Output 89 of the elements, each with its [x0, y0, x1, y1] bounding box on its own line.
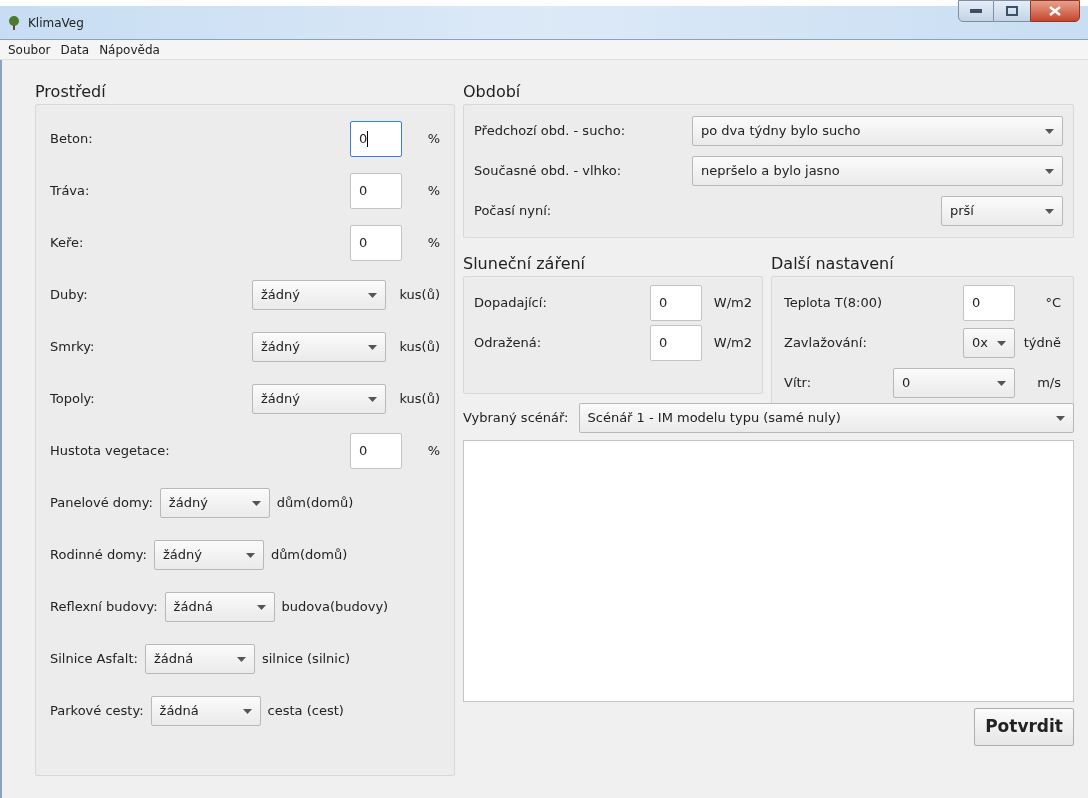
input-field[interactable]: 0: [350, 173, 402, 209]
dropdown-arrow-icon: [1045, 128, 1054, 134]
dropdown-arrow-icon: [256, 604, 266, 610]
field-label: Předchozí obd. - sucho:: [474, 122, 627, 141]
field-label: Beton:: [50, 130, 94, 149]
unit-label: kus(ů): [398, 338, 440, 357]
unit-label: %: [426, 130, 440, 149]
dropdown[interactable]: žádná: [150, 696, 261, 726]
close-button[interactable]: [1030, 0, 1080, 22]
maximize-button[interactable]: [994, 0, 1030, 22]
unit-label: kus(ů): [398, 390, 440, 409]
field-label: Vítr:: [784, 374, 813, 393]
section-title: Sluneční záření: [463, 253, 587, 275]
input-field[interactable]: 0: [650, 285, 702, 321]
dropdown-arrow-icon: [368, 344, 377, 350]
tree-icon: [8, 15, 20, 30]
section-title: Prostředí: [35, 81, 107, 103]
field-label: Keře:: [50, 234, 85, 253]
field-label: Reflexní budovy:: [50, 598, 158, 617]
dropdown-arrow-icon: [368, 292, 377, 298]
field-label: Teplota T(8:00): [784, 294, 884, 313]
dropdown-arrow-icon: [236, 656, 246, 662]
dropdown-arrow-icon: [245, 552, 255, 558]
field-label: Současné obd. - vlhko:: [474, 162, 623, 181]
unit-label: dům(domů): [276, 494, 354, 513]
menu-item[interactable]: Soubor: [8, 40, 51, 59]
input-field[interactable]: 0: [963, 285, 1015, 321]
unit-label: °C: [1044, 294, 1061, 313]
unit-label: dům(domů): [270, 546, 348, 565]
field-label: Smrky:: [50, 338, 96, 357]
dropdown[interactable]: 0: [893, 368, 1015, 398]
window-title: KlimaVeg: [28, 14, 84, 32]
dropdown[interactable]: po dva týdny bylo sucho: [692, 116, 1063, 146]
dropdown[interactable]: žádný: [159, 488, 270, 518]
dropdown[interactable]: žádný: [252, 384, 386, 414]
unit-label: silnice (silnic): [261, 650, 351, 669]
close-icon: [1049, 6, 1061, 16]
section-title: Další nastavení: [771, 253, 895, 275]
input-field[interactable]: 0: [650, 325, 702, 361]
input-field[interactable]: 0: [350, 433, 402, 469]
unit-label: budova(budovy): [281, 598, 389, 617]
dropdown[interactable]: Scénář 1 - IM modelu typu (samé nuly): [578, 403, 1074, 433]
dropdown-arrow-icon: [1045, 208, 1054, 214]
field-label: Parkové cesty:: [50, 702, 144, 721]
unit-label: kus(ů): [398, 286, 440, 305]
field-label: Topoly:: [50, 390, 96, 409]
dropdown-arrow-icon: [1056, 415, 1065, 421]
dropdown-arrow-icon: [1045, 168, 1054, 174]
unit-label: %: [426, 182, 440, 201]
unit-label: %: [426, 442, 440, 461]
field-label: Rodinné domy:: [50, 546, 147, 565]
field-label: Tráva:: [50, 182, 91, 201]
unit-label: cesta (cest): [267, 702, 344, 721]
field-label: Zavlažování:: [784, 334, 868, 353]
dropdown[interactable]: žádný: [252, 332, 386, 362]
dropdown-arrow-icon: [997, 340, 1006, 346]
field-label: Odražená:: [474, 334, 543, 353]
field-label: Hustota vegetace:: [50, 442, 171, 461]
dropdown[interactable]: prší: [941, 196, 1063, 226]
menu-item[interactable]: Data: [60, 40, 90, 59]
field-label: Duby:: [50, 286, 89, 305]
field-label: Vybraný scénář:: [463, 409, 569, 428]
confirm-button[interactable]: Potvrdit: [974, 708, 1074, 746]
maximize-icon: [1006, 6, 1018, 16]
unit-label: m/s: [1036, 374, 1061, 393]
minimize-button[interactable]: [958, 0, 994, 22]
menu-item[interactable]: Nápověda: [99, 40, 160, 59]
dropdown-arrow-icon: [368, 396, 377, 402]
section-title: Období: [463, 81, 522, 103]
dropdown-arrow-icon: [242, 708, 252, 714]
unit-label: %: [426, 234, 440, 253]
dropdown[interactable]: žádná: [164, 592, 275, 622]
field-label: Panelové domy:: [50, 494, 153, 513]
input-field[interactable]: 0: [350, 225, 402, 261]
unit-label: W/m2: [712, 334, 752, 353]
unit-label: týdně: [1022, 334, 1061, 353]
dropdown-arrow-icon: [997, 380, 1006, 386]
field-label: Počasí nyní:: [474, 202, 553, 221]
dropdown-arrow-icon: [251, 500, 261, 506]
field-label: Dopadající:: [474, 294, 548, 313]
dropdown[interactable]: žádná: [144, 644, 255, 674]
field-label: Silnice Asfalt:: [50, 650, 138, 669]
dropdown[interactable]: žádný: [252, 280, 386, 310]
dropdown[interactable]: žádný: [153, 540, 264, 570]
unit-label: W/m2: [712, 294, 752, 313]
minimize-icon: [970, 9, 982, 13]
dropdown[interactable]: nepršelo a bylo jasno: [692, 156, 1063, 186]
dropdown[interactable]: 0x: [963, 328, 1015, 358]
input-field[interactable]: 0: [350, 121, 402, 157]
